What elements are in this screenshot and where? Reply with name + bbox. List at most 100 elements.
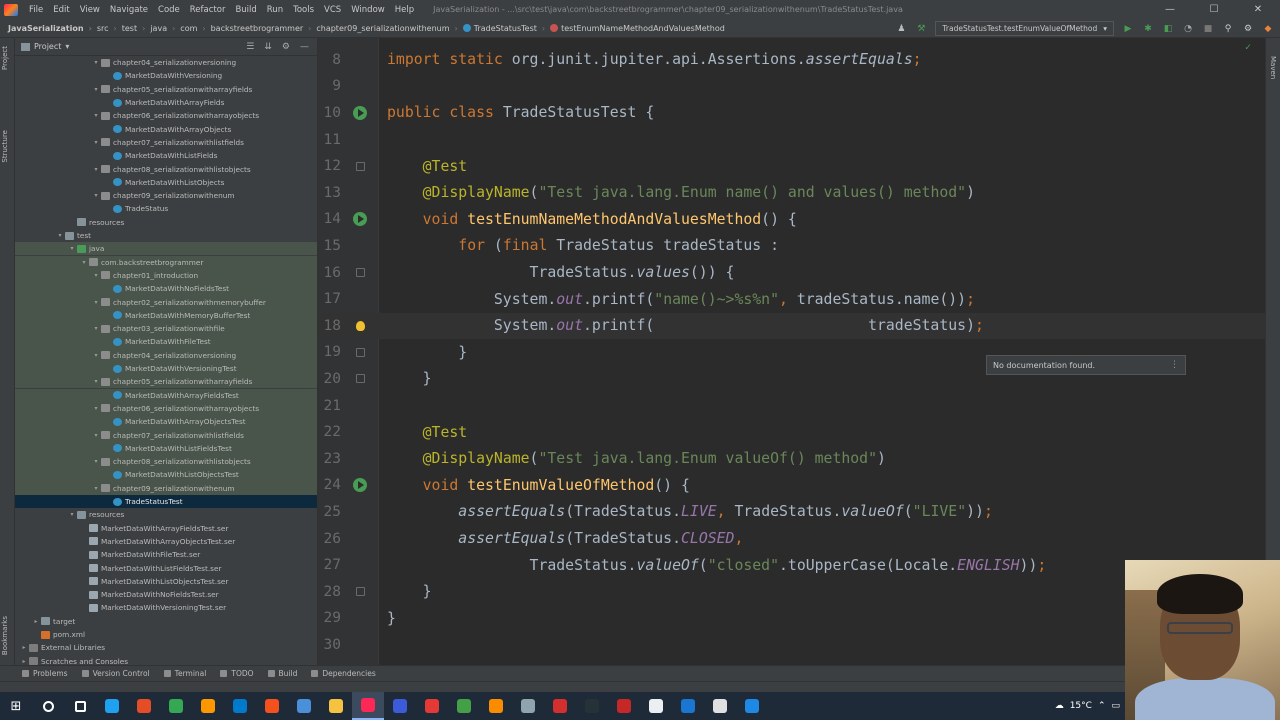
tree-expand-icon[interactable]: ▾ (91, 166, 101, 173)
coverage-icon[interactable]: ◧ (1162, 23, 1174, 35)
menu-item-edit[interactable]: Edit (48, 5, 74, 15)
hide-icon[interactable]: — (300, 42, 309, 52)
network-icon[interactable]: ▭ (1111, 701, 1120, 711)
tree-item[interactable]: ▾ chapter08_serializationwithlistobjects (15, 455, 317, 469)
tree-expand-icon[interactable]: ▾ (67, 245, 77, 252)
minimize-icon[interactable]: — (1148, 0, 1192, 19)
tree-item[interactable]: resources (15, 216, 317, 229)
menu-item-code[interactable]: Code (153, 5, 185, 15)
tab-problems[interactable]: Problems (22, 669, 68, 678)
tab-build[interactable]: Build (267, 669, 297, 678)
code-line[interactable]: 22 @Test (319, 419, 1265, 446)
tree-item[interactable]: ▸ target (15, 615, 317, 628)
tree-item[interactable]: ▾ chapter09_serializationwithenum (15, 481, 317, 495)
fold-icon[interactable] (355, 374, 365, 384)
code-line[interactable]: 9 (319, 73, 1265, 100)
run-test-icon[interactable] (353, 478, 367, 493)
code-line[interactable]: 15 for (final TradeStatus tradeStatus : (319, 233, 1265, 260)
tree-item[interactable]: MarketDataWithListObjects (15, 176, 317, 189)
code-line[interactable]: 27 TradeStatus.valueOf("closed".toUpperC… (319, 552, 1265, 579)
tree-item[interactable]: MarketDataWithArrayFields (15, 96, 317, 109)
tree-expand-icon[interactable]: ▸ (31, 618, 41, 625)
tree-item[interactable]: MarketDataWithFileTest.ser (15, 548, 317, 561)
tree-item[interactable]: MarketDataWithArrayFieldsTest.ser (15, 522, 317, 535)
breadcrumb-item[interactable]: chapter09_serializationwithenum › (311, 24, 457, 33)
menu-item-run[interactable]: Run (262, 5, 288, 15)
tab-project[interactable]: Project (1, 46, 9, 70)
tree-expand-icon[interactable]: ▾ (91, 458, 101, 465)
taskbar-app-orange2-icon[interactable] (480, 692, 512, 720)
stop-icon[interactable]: ■ (1202, 23, 1214, 35)
tree-item[interactable]: ▾ java (15, 242, 317, 256)
taskbar-search-icon[interactable] (32, 692, 64, 720)
tree-item[interactable]: ▾ chapter01_introduction (15, 268, 317, 283)
lightbulb-icon[interactable] (355, 320, 365, 331)
tree-item[interactable]: MarketDataWithVersioningTest.ser (15, 601, 317, 614)
tree-expand-icon[interactable]: ▾ (79, 259, 89, 266)
breadcrumb-item[interactable]: JavaSerialization › (0, 24, 92, 33)
tree-item[interactable]: ▾ chapter04_serializationversioning (15, 348, 317, 362)
tree-item[interactable]: ▾ chapter02_serializationwithmemorybuffer (15, 295, 317, 309)
tree-item[interactable]: MarketDataWithArrayObjectsTest.ser (15, 535, 317, 548)
tab-dependencies[interactable]: Dependencies (311, 669, 376, 678)
tree-item[interactable]: ▾ chapter07_serializationwithlistfields (15, 136, 317, 149)
debug-icon[interactable]: ✱ (1142, 23, 1154, 35)
tree-item[interactable]: MarketDataWithVersioningTest (15, 361, 317, 376)
taskbar-app-purple-icon[interactable] (384, 692, 416, 720)
tree-expand-icon[interactable]: ▾ (67, 511, 77, 518)
menu-item-file[interactable]: File (24, 5, 48, 15)
profile-icon[interactable]: ◔ (1182, 23, 1194, 35)
taskbar-app-blue-icon[interactable] (288, 692, 320, 720)
tree-item[interactable]: ▸ External Libraries (15, 641, 317, 654)
tree-item[interactable]: ▾ chapter03_serializationwithfile (15, 322, 317, 336)
tree-expand-icon[interactable]: ▾ (91, 485, 101, 492)
taskbar-app-blue3-icon[interactable] (736, 692, 768, 720)
tree-expand-icon[interactable]: ▾ (91, 86, 101, 93)
taskbar-app-green-icon[interactable] (448, 692, 480, 720)
tree-expand-icon[interactable]: ▾ (91, 378, 101, 385)
taskbar-app-red-icon[interactable] (128, 692, 160, 720)
fold-icon[interactable] (355, 347, 365, 357)
menu-item-window[interactable]: Window (346, 5, 390, 15)
tree-item[interactable]: ▾ chapter07_serializationwithlistfields (15, 428, 317, 442)
tree-expand-icon[interactable]: ▾ (91, 59, 101, 66)
menu-item-build[interactable]: Build (230, 5, 261, 15)
taskbar-app-white-icon[interactable] (640, 692, 672, 720)
tree-item[interactable]: ▾ test (15, 229, 317, 242)
breadcrumb-item[interactable]: backstreetbrogrammer › (206, 24, 312, 33)
tree-item[interactable]: ▸ Scratches and Consoles (15, 655, 317, 665)
collapse-all-icon[interactable]: ⇊ (264, 42, 272, 52)
tree-item[interactable]: ▾ chapter04_serializationversioning (15, 56, 317, 69)
tree-item[interactable]: ▾ resources (15, 508, 317, 521)
breadcrumb-item[interactable]: java › (145, 24, 175, 33)
close-icon[interactable]: ✕ (1236, 0, 1280, 19)
expand-all-icon[interactable]: ☰ (246, 42, 254, 52)
tree-item[interactable]: MarketDataWithListFieldsTest.ser (15, 561, 317, 574)
tree-item[interactable]: TradeStatusTest (15, 494, 317, 509)
taskbar-vscode-icon[interactable] (224, 692, 256, 720)
tree-item[interactable]: MarketDataWithListFieldsTest (15, 441, 317, 455)
tree-expand-icon[interactable]: ▸ (19, 658, 29, 665)
search-icon[interactable]: ⚲ (1222, 23, 1234, 35)
breadcrumb-item[interactable]: src › (92, 24, 117, 33)
code-line[interactable]: 25 assertEquals(TradeStatus.LIVE, TradeS… (319, 499, 1265, 526)
code-line[interactable]: 26 assertEquals(TradeStatus.CLOSED, (319, 525, 1265, 552)
taskbar-edge-icon[interactable] (96, 692, 128, 720)
tree-expand-icon[interactable]: ▾ (91, 112, 101, 119)
chevron-down-icon[interactable]: ▾ (65, 42, 69, 51)
tree-expand-icon[interactable]: ▾ (91, 432, 101, 439)
menu-item-view[interactable]: View (75, 5, 105, 15)
tree-expand-icon[interactable]: ▸ (19, 644, 29, 651)
code-editor[interactable]: 8 import static org.junit.jupiter.api.Ass… (319, 38, 1265, 665)
code-line[interactable]: 13 @DisplayName("Test java.lang.Enum nam… (319, 180, 1265, 207)
breadcrumb-item[interactable]: com › (175, 24, 205, 33)
code-line[interactable]: 21 (319, 392, 1265, 419)
tree-item[interactable]: MarketDataWithMemoryBufferTest (15, 308, 317, 322)
inspection-ok-icon[interactable]: ✓ (1245, 42, 1251, 53)
taskbar-app-dark-icon[interactable] (576, 692, 608, 720)
tree-item[interactable]: MarketDataWithListObjectsTest (15, 468, 317, 482)
tree-item[interactable]: ▾ chapter08_serializationwithlistobjects (15, 162, 317, 175)
code-line[interactable]: 24 void testEnumValueOfMethod() { (319, 472, 1265, 499)
code-line[interactable]: 16 TradeStatus.values()) { (319, 259, 1265, 286)
maximize-icon[interactable]: ☐ (1192, 0, 1236, 19)
